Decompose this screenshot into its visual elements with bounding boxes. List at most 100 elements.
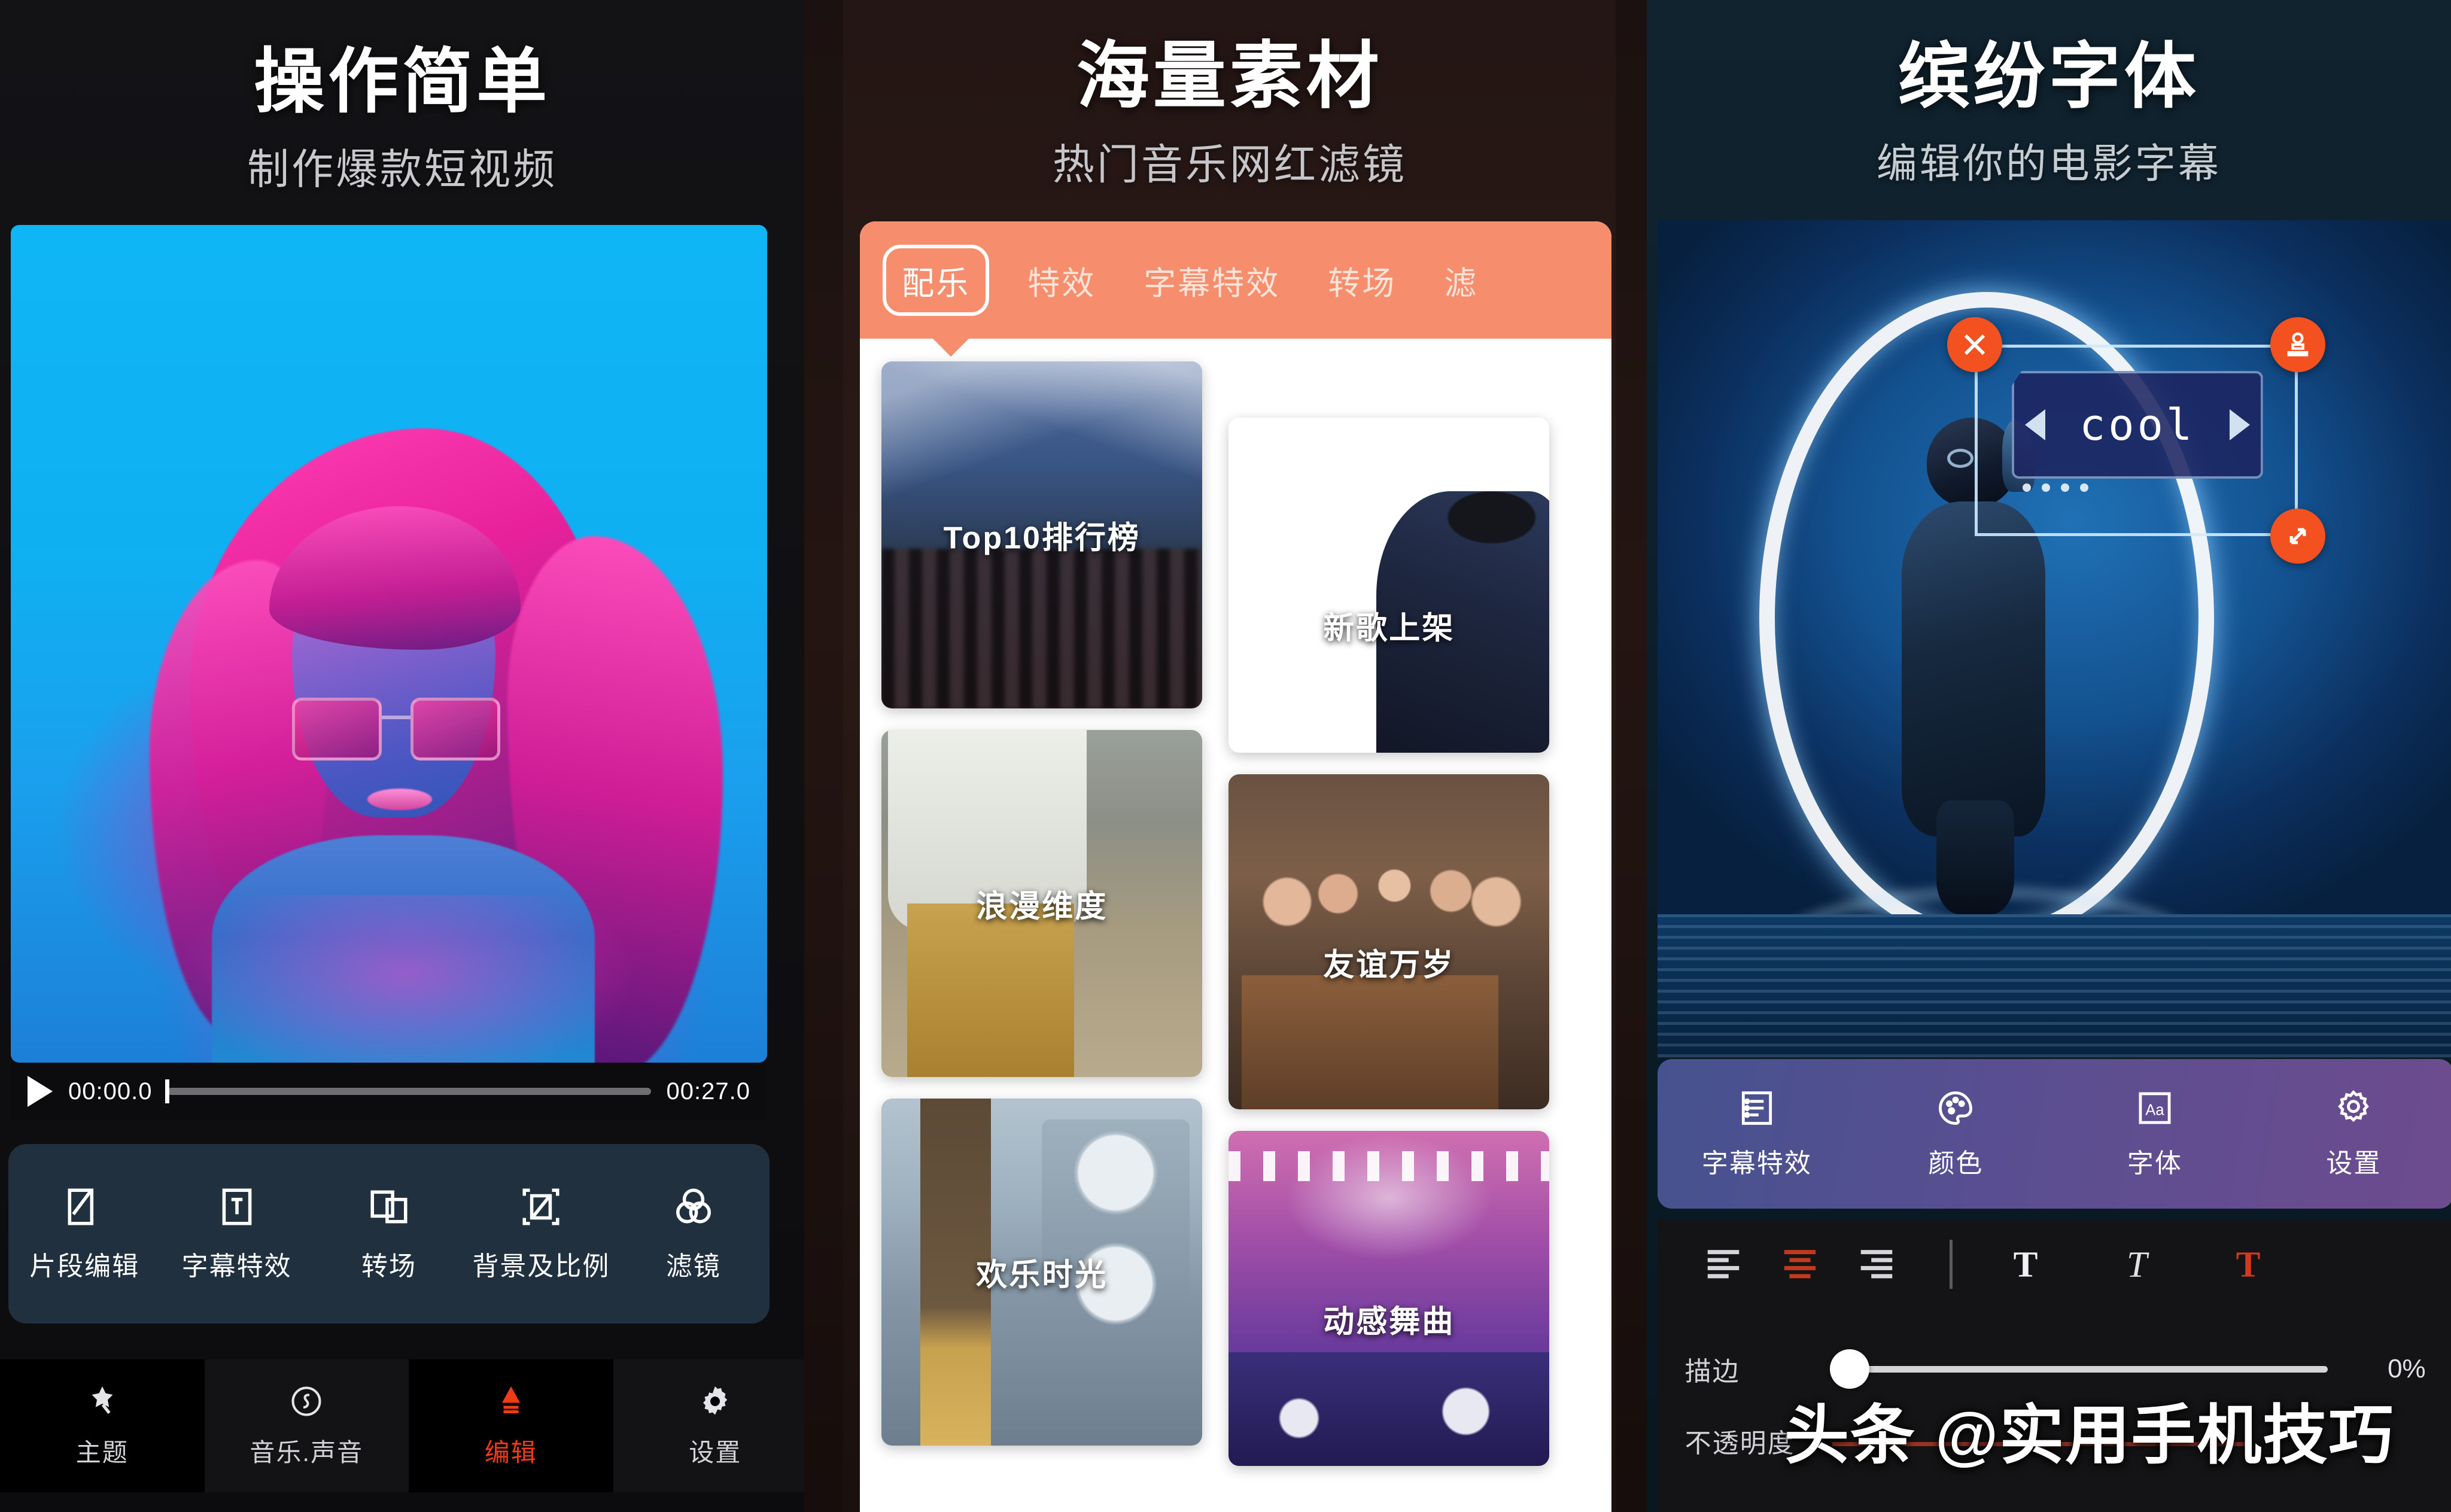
panel-middle-title: 海量素材 <box>1076 35 1383 117</box>
close-icon <box>1964 334 1985 355</box>
preview-sunglasses <box>292 698 500 763</box>
tool-font[interactable]: Aa 字体 <box>2089 1088 2221 1180</box>
tab-lvjing[interactable]: 滤 <box>1420 257 1502 304</box>
nav-label: 音乐.声音 <box>250 1438 364 1467</box>
card-column-right: 新歌上架 友谊万岁 动感舞曲 <box>1228 418 1550 1487</box>
nav-label: 主题 <box>75 1438 129 1467</box>
stroke-slider-thumb[interactable] <box>1829 1349 1869 1389</box>
card-column-left: Top10排行榜 浪漫维度 欢乐时光 <box>881 361 1203 1467</box>
nav-label: 编辑 <box>484 1438 537 1467</box>
tool-label: 字幕特效 <box>1701 1149 1812 1178</box>
palette-icon <box>1939 1091 1973 1125</box>
stamp-text-button[interactable] <box>2270 317 2325 372</box>
card-label: 欢乐时光 <box>976 1258 1108 1293</box>
align-center-icon <box>1784 1250 1816 1279</box>
gear-icon <box>2338 1090 2370 1122</box>
edit-pen-icon <box>501 1386 520 1413</box>
text-toolbar: 字幕特效 颜色 Aa 字体 设置 <box>1657 1059 2451 1209</box>
svg-text:T: T <box>2013 1244 2038 1285</box>
dot <box>2022 483 2031 492</box>
align-right-button[interactable] <box>1838 1243 1915 1285</box>
nav-label: 设置 <box>689 1438 742 1467</box>
resize-text-button[interactable] <box>2270 509 2325 564</box>
tool-label: 片段编辑 <box>29 1252 140 1281</box>
text-color-button[interactable]: T <box>2210 1243 2286 1285</box>
timeline-scrubber[interactable] <box>165 1079 651 1103</box>
nav-item-theme[interactable]: 主题 <box>0 1359 205 1492</box>
sunglass-lens-left <box>292 698 382 760</box>
panel-divider-2 <box>1616 0 1647 1512</box>
tool-subtitle-effect[interactable]: 字幕特效 <box>1691 1088 1823 1180</box>
tab-zhuanchang[interactable]: 转场 <box>1304 257 1420 304</box>
card-label: Top10排行榜 <box>943 521 1141 556</box>
timeline-total-time: 00:27.0 <box>666 1078 750 1105</box>
play-icon[interactable] <box>28 1076 53 1107</box>
watermark: 头条 @实用手机技巧 <box>1784 1399 2395 1471</box>
align-left-button[interactable] <box>1685 1243 1762 1285</box>
align-center-button[interactable] <box>1762 1243 1838 1285</box>
music-note-icon <box>291 1386 321 1416</box>
tool-label: 字幕特效 <box>181 1252 292 1281</box>
align-right-icon <box>1860 1250 1892 1279</box>
sunglass-lens-right <box>410 698 500 760</box>
tab-peiyue[interactable]: 配乐 <box>883 244 990 316</box>
card-happy-time[interactable]: 欢乐时光 <box>881 1099 1203 1446</box>
nav-item-music[interactable]: 音乐.声音 <box>204 1359 409 1492</box>
preview-glow <box>166 895 645 1063</box>
card-top10[interactable]: Top10排行榜 <box>881 361 1203 708</box>
card-label: 动感舞曲 <box>1323 1304 1455 1340</box>
panel-right-subtitle: 编辑你的电影字幕 <box>1876 141 2221 187</box>
dot <box>2079 483 2088 492</box>
transition-icon <box>370 1190 408 1224</box>
bold-t-icon: T <box>2013 1244 2038 1285</box>
gear-icon <box>703 1386 728 1414</box>
editor-toolbar: 片段编辑 字幕特效 转场 背景及比例 滤镜 <box>8 1144 770 1324</box>
stroke-slider[interactable] <box>1829 1349 2328 1389</box>
tab-zimu-texiao[interactable]: 字幕特效 <box>1120 257 1304 304</box>
figure-body <box>1901 501 2045 836</box>
panel-right-text: 缤纷字体 编辑你的电影字幕 cool 字幕特效 颜色 Aa 字体 设置 T T … <box>1646 0 2451 1512</box>
library-screen: 配乐 特效 字幕特效 转场 滤 Top10排行榜 浪漫维度 欢乐时光 新歌上架 … <box>860 221 1612 1512</box>
chip-arrow-left-icon <box>2024 409 2045 440</box>
panel-middle-header: 海量素材 热门音乐网红滤镜 <box>843 0 1616 191</box>
subtitle-list-icon <box>1741 1091 1772 1125</box>
video-preview[interactable] <box>11 225 767 1063</box>
close-text-button[interactable] <box>1947 317 2002 372</box>
card-dance[interactable]: 动感舞曲 <box>1228 1131 1550 1466</box>
tool-label: 转场 <box>361 1252 416 1281</box>
tool-filter[interactable]: 滤镜 <box>631 1185 756 1283</box>
chip-arrow-right-icon <box>2229 409 2250 440</box>
card-romantic[interactable]: 浪漫维度 <box>881 730 1203 1077</box>
nav-item-settings[interactable]: 设置 <box>613 1359 805 1492</box>
tool-background-ratio[interactable]: 背景及比例 <box>472 1185 609 1283</box>
text-format-bar: T T T <box>1657 1219 2451 1309</box>
tool-subtitle-effect[interactable]: 字幕特效 <box>174 1185 300 1283</box>
tool-label: 滤镜 <box>665 1252 721 1281</box>
tool-transition[interactable]: 转场 <box>326 1185 452 1283</box>
panel-left-editor: 操作简单 制作爆款短视频 00:00.0 00:27.0 片段编辑 字幕特效 转… <box>0 0 805 1512</box>
bold-text-button[interactable]: T <box>1987 1243 2064 1285</box>
panel-middle-subtitle: 热门音乐网红滤镜 <box>1052 141 1407 188</box>
text-editing-canvas[interactable]: cool <box>1657 220 2451 1058</box>
subtitle-effect-icon <box>222 1188 251 1225</box>
card-friendship[interactable]: 友谊万岁 <box>1228 774 1550 1109</box>
svg-text:Aa: Aa <box>2145 1102 2164 1118</box>
category-tabbar: 配乐 特效 字幕特效 转场 滤 <box>860 221 1612 357</box>
tab-texiao[interactable]: 特效 <box>1003 257 1120 304</box>
text-chip[interactable]: cool <box>2011 371 2263 479</box>
timeline-playhead[interactable] <box>165 1079 170 1103</box>
tool-clip-edit[interactable]: 片段编辑 <box>22 1185 147 1283</box>
nav-item-edit[interactable]: 编辑 <box>409 1359 613 1492</box>
panel-left-title: 操作简单 <box>254 42 551 121</box>
card-new-songs[interactable]: 新歌上架 <box>1228 418 1550 753</box>
svg-text:T: T <box>2127 1244 2149 1285</box>
italic-text-button[interactable]: T <box>2099 1243 2175 1285</box>
tool-color[interactable]: 颜色 <box>1890 1088 2021 1180</box>
panel-right-header: 缤纷字体 编辑你的电影字幕 <box>1647 0 2451 190</box>
three-panel-showcase: 操作简单 制作爆款短视频 00:00.0 00:27.0 片段编辑 字幕特效 转… <box>0 0 2451 1512</box>
tool-settings[interactable]: 设置 <box>2288 1088 2419 1180</box>
card-label: 新歌上架 <box>1323 611 1455 646</box>
card-art-wood <box>1228 418 1550 753</box>
figure-legs <box>1936 801 2014 914</box>
tool-label: 字体 <box>2127 1149 2182 1178</box>
